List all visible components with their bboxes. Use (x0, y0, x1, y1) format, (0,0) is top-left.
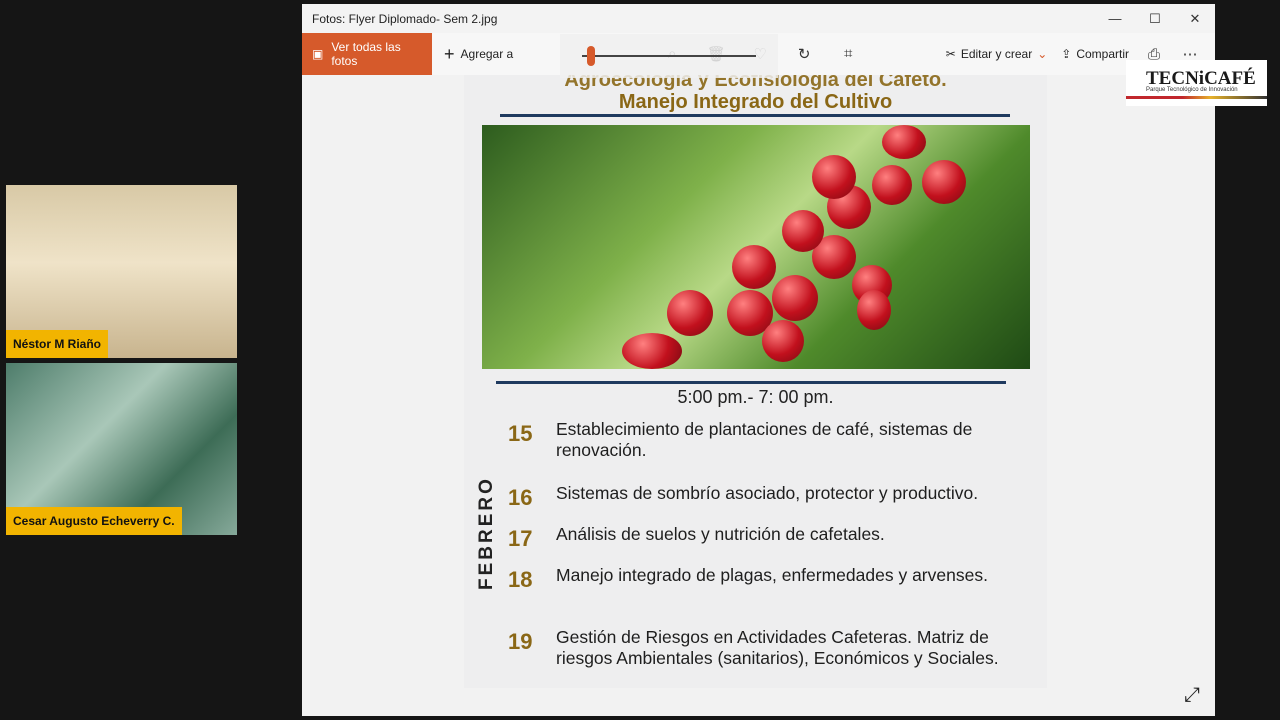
session-text: Análisis de suelos y nutrición de cafeta… (556, 524, 885, 544)
edit-create-label: Editar y crear (960, 47, 1033, 61)
minimize-button[interactable]: — (1095, 11, 1135, 26)
window-title: Fotos: Flyer Diplomado- Sem 2.jpg (312, 11, 498, 26)
session-day: 18 (508, 567, 533, 592)
close-button[interactable]: ✕ (1175, 11, 1215, 27)
see-all-photos-label: Ver todas las fotos (331, 40, 401, 68)
expand-icon[interactable]: ⤢ (1184, 684, 1200, 707)
session-day: 17 (508, 526, 533, 551)
plus-icon: + (444, 43, 455, 64)
edit-icon: ✂ (945, 47, 956, 61)
flyer-heading: Agroecología y Ecofisiología del Cafeto.… (464, 75, 1047, 113)
session-text: Manejo integrado de plagas, enfermedades… (556, 565, 988, 585)
month-label: FEBRERO (476, 476, 497, 590)
session-text: Sistemas de sombrío asociado, protector … (556, 483, 979, 503)
title-bar: Fotos: Flyer Diplomado- Sem 2.jpg — ☐ ✕ (302, 4, 1215, 33)
see-all-photos-button[interactable]: ▣ Ver todas las fotos (302, 33, 432, 75)
photos-window: Fotos: Flyer Diplomado- Sem 2.jpg — ☐ ✕ … (302, 4, 1215, 716)
participant-video-2: Cesar Augusto Echeverry C. (6, 363, 237, 535)
flyer-heading-line2: Manejo Integrado del Cultivo (618, 91, 893, 113)
logo-stripe (1126, 96, 1267, 99)
edit-create-button[interactable]: ✂ Editar y crear ⌄ (946, 47, 1047, 61)
session-row: 16 Sistemas de sombrío asociado, protect… (508, 483, 1036, 511)
maximize-button[interactable]: ☐ (1135, 11, 1175, 27)
zoom-slider-thumb[interactable] (586, 46, 595, 66)
session-row: 17 Análisis de suelos y nutrición de caf… (508, 524, 1036, 552)
participant-name-tag: Cesar Augusto Echeverry C. (6, 507, 182, 535)
crop-icon[interactable]: ⌗ (837, 45, 859, 63)
zoom-slider-track (582, 55, 756, 57)
add-to-label: Agregar a (460, 47, 514, 61)
session-day: 16 (508, 485, 533, 510)
top-rule (500, 114, 1010, 117)
chevron-down-icon: ⌄ (1037, 47, 1048, 61)
participant-video-1: Néstor M Riaño (6, 185, 237, 358)
flyer-image: Agroecología y Ecofisiología del Cafeto.… (464, 75, 1047, 688)
session-row: 18 Manejo integrado de plagas, enfermeda… (508, 565, 1036, 593)
logo-subtitle: Parque Tecnológico de Innovación (1146, 87, 1238, 93)
share-button[interactable]: ⇪ Compartir (1061, 47, 1129, 61)
session-day: 15 (508, 421, 533, 446)
share-icon: ⇪ (1061, 47, 1072, 61)
schedule-time: 5:00 pm.- 7: 00 pm. (677, 387, 834, 407)
session-row: 15 Establecimiento de plantaciones de ca… (508, 419, 1036, 461)
session-text: Establecimiento de plantaciones de café,… (556, 419, 973, 460)
bottom-rule (496, 381, 1006, 384)
coffee-photo (482, 125, 1030, 369)
session-text: Gestión de Riesgos en Actividades Cafete… (556, 627, 999, 668)
photos-icon: ▣ (312, 47, 324, 61)
session-row: 19 Gestión de Riesgos en Actividades Caf… (508, 627, 1036, 669)
rotate-icon[interactable]: ↻ (793, 45, 815, 63)
add-to-button[interactable]: + Agregar a (444, 44, 513, 65)
tecnicafe-logo: TECNiCAFÉ Parque Tecnológico de Innovaci… (1126, 60, 1267, 106)
session-day: 19 (508, 629, 533, 654)
share-label: Compartir (1076, 47, 1129, 61)
participant-name-tag: Néstor M Riaño (6, 330, 109, 358)
zoom-slider[interactable] (560, 34, 778, 78)
